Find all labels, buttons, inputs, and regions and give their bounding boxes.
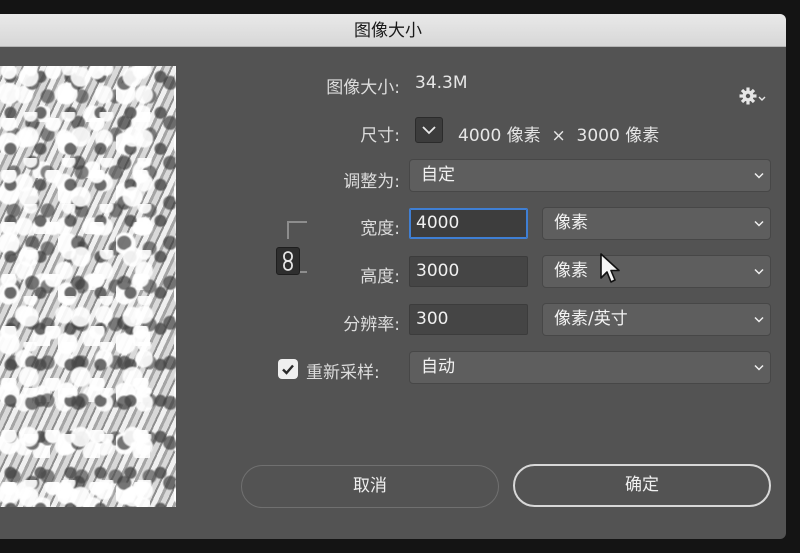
resolution-label: 分辨率: [343,315,400,335]
resample-label: 重新采样: [306,363,380,383]
dimensions-label: 尺寸: [360,126,400,146]
resolution-unit-dropdown[interactable]: 像素/英寸 [542,303,771,336]
width-unit-dropdown[interactable]: 像素 [542,207,771,240]
ok-button[interactable]: 确定 [513,464,771,507]
image-preview[interactable] [0,66,176,507]
dialog-title: 图像大小 [354,21,422,41]
width-input[interactable]: 4000 [409,208,528,239]
height-unit-dropdown[interactable]: 像素 [542,255,771,288]
dimensions-unit-dropdown[interactable] [415,117,443,143]
height-unit-value: 像素 [554,261,588,281]
gear-icon[interactable] [738,86,768,106]
chevron-down-icon [422,126,436,135]
image-size-value: 34.3M [415,73,468,93]
resample-dropdown[interactable]: 自动 [409,351,771,384]
chevron-down-icon [754,172,764,180]
chevron-down-icon [754,364,764,372]
resample-checkbox[interactable] [278,359,298,379]
cancel-button[interactable]: 取消 [241,465,499,508]
resolution-unit-value: 像素/英寸 [554,309,628,329]
width-label: 宽度: [360,219,400,239]
resample-value: 自动 [421,357,455,377]
constraint-bracket-top [287,221,307,239]
resolution-input[interactable]: 300 [409,304,528,335]
width-unit-value: 像素 [554,213,588,233]
fit-to-dropdown[interactable]: 自定 [409,159,771,192]
mouse-cursor-icon [599,252,621,288]
fit-to-value: 自定 [421,165,455,185]
image-size-dialog: 图像大小 图像大小: 34.3M 尺寸: 4000 像素 × 3000 像素 调… [0,14,786,539]
title-bar[interactable]: 图像大小 [0,14,786,47]
dimensions-value: 4000 像素 × 3000 像素 [458,126,660,146]
height-input[interactable]: 3000 [409,256,528,287]
chevron-down-icon [754,316,764,324]
fit-to-label: 调整为: [343,172,400,192]
chevron-down-icon [754,220,764,228]
image-size-label: 图像大小: [326,78,400,98]
chevron-down-icon [754,268,764,276]
checkmark-icon [282,364,294,375]
height-label: 高度: [360,267,400,287]
chain-link-icon[interactable] [276,247,300,275]
